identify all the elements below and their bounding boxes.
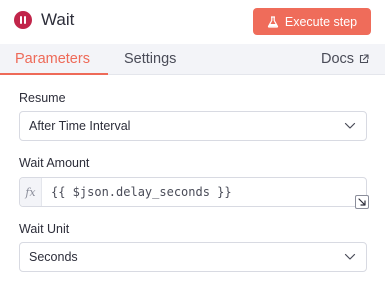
fx-icon: fx (20, 178, 42, 206)
execute-step-button[interactable]: Execute step (253, 8, 371, 35)
tab-docs[interactable]: Docs (321, 50, 369, 68)
resume-label: Resume (19, 91, 66, 105)
wait-amount-label: Wait Amount (19, 156, 90, 170)
tab-bar: Parameters Settings Docs (0, 44, 385, 75)
expand-arrow-icon (358, 198, 366, 206)
wait-unit-select[interactable]: Seconds (19, 242, 367, 272)
active-tab-indicator (0, 73, 108, 75)
flask-icon (267, 15, 278, 28)
resume-value: After Time Interval (29, 119, 131, 133)
execute-step-label: Execute step (284, 14, 358, 29)
node-header: Wait Execute step (0, 0, 385, 44)
chevron-down-icon (344, 253, 356, 260)
expand-editor-button[interactable] (355, 195, 369, 209)
tab-parameters[interactable]: Parameters (15, 50, 90, 68)
external-link-icon (359, 54, 369, 64)
wait-amount-value: {{ $json.delay_seconds }} (51, 185, 232, 199)
tab-settings[interactable]: Settings (124, 50, 176, 68)
chevron-down-icon (344, 122, 356, 129)
wait-unit-label: Wait Unit (19, 222, 70, 236)
resume-select[interactable]: After Time Interval (19, 111, 367, 141)
wait-unit-value: Seconds (29, 250, 78, 264)
wait-amount-expression-input[interactable]: fx {{ $json.delay_seconds }} (19, 177, 369, 209)
pause-circle-icon (14, 11, 32, 29)
node-title: Wait (41, 10, 75, 29)
docs-label: Docs (321, 51, 355, 67)
